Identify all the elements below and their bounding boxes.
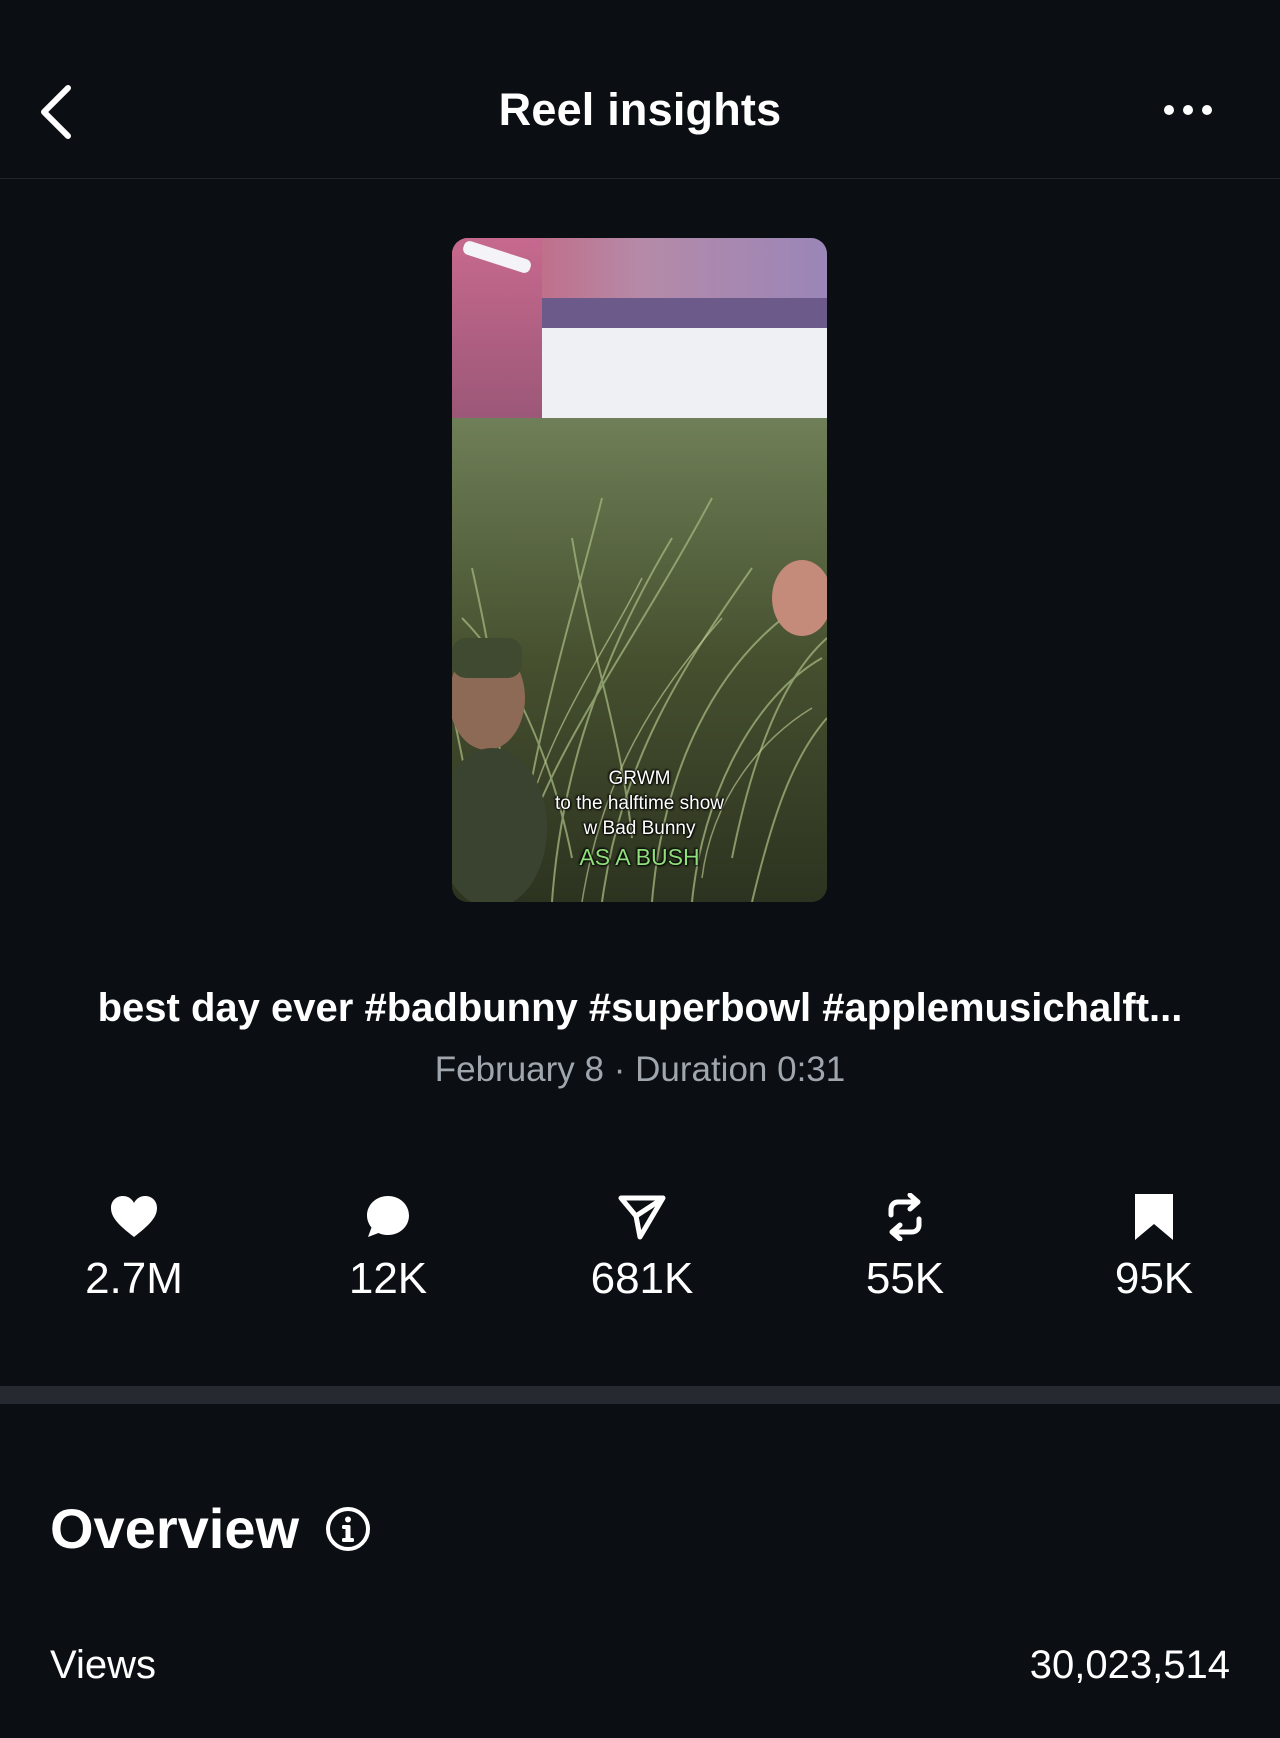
bookmark-icon <box>1135 1194 1173 1240</box>
comment-icon <box>367 1196 409 1237</box>
reel-thumbnail[interactable]: GRWM to the halftime show w Bad Bunny AS… <box>452 238 827 902</box>
more-options-button[interactable] <box>1152 90 1224 130</box>
stat-shares: 681K <box>542 1188 742 1304</box>
engagement-stats: 2.7M 12K 681K 55K 95K <box>0 1188 1280 1318</box>
stat-value: 12K <box>348 1254 428 1303</box>
stat-value: 2.7M <box>85 1254 183 1303</box>
stat-likes: 2.7M <box>34 1188 234 1304</box>
info-icon <box>326 1506 371 1551</box>
overview-section: Overview <box>50 1496 371 1561</box>
stat-reposts: 55K <box>805 1188 1005 1304</box>
info-button[interactable] <box>325 1506 371 1552</box>
thumbnail-caption: GRWM to the halftime show w Bad Bunny AS… <box>452 766 827 873</box>
stat-value: 55K <box>865 1254 945 1303</box>
overview-row-value: 30,023,514 <box>1029 1642 1230 1687</box>
stat-saves: 95K <box>1054 1188 1254 1304</box>
stat-comments: 12K <box>288 1188 488 1304</box>
stat-value: 681K <box>590 1254 694 1303</box>
repost-icon <box>888 1193 922 1241</box>
thumbnail-caption-line: GRWM <box>608 768 671 789</box>
overview-row-views[interactable]: Views 30,023,514 <box>50 1640 1230 1690</box>
section-divider <box>0 1386 1280 1404</box>
heart-icon <box>111 1196 157 1237</box>
overview-title: Overview <box>50 1497 300 1560</box>
page-title: Reel insights <box>498 84 782 135</box>
thumbnail-caption-line: to the halftime show <box>555 793 724 814</box>
reel-meta: February 8 · Duration 0:31 <box>434 1050 846 1089</box>
more-horizontal-icon <box>1164 105 1212 115</box>
share-icon <box>618 1195 666 1240</box>
thumbnail-caption-accent: AS A BUSH <box>579 844 700 870</box>
stat-value: 95K <box>1114 1254 1194 1303</box>
overview-row-label: Views <box>50 1642 156 1687</box>
thumbnail-caption-line: w Bad Bunny <box>583 818 696 839</box>
top-bar: Reel insights <box>0 0 1280 179</box>
reel-caption: best day ever #badbunny #superbowl #appl… <box>97 986 1183 1030</box>
